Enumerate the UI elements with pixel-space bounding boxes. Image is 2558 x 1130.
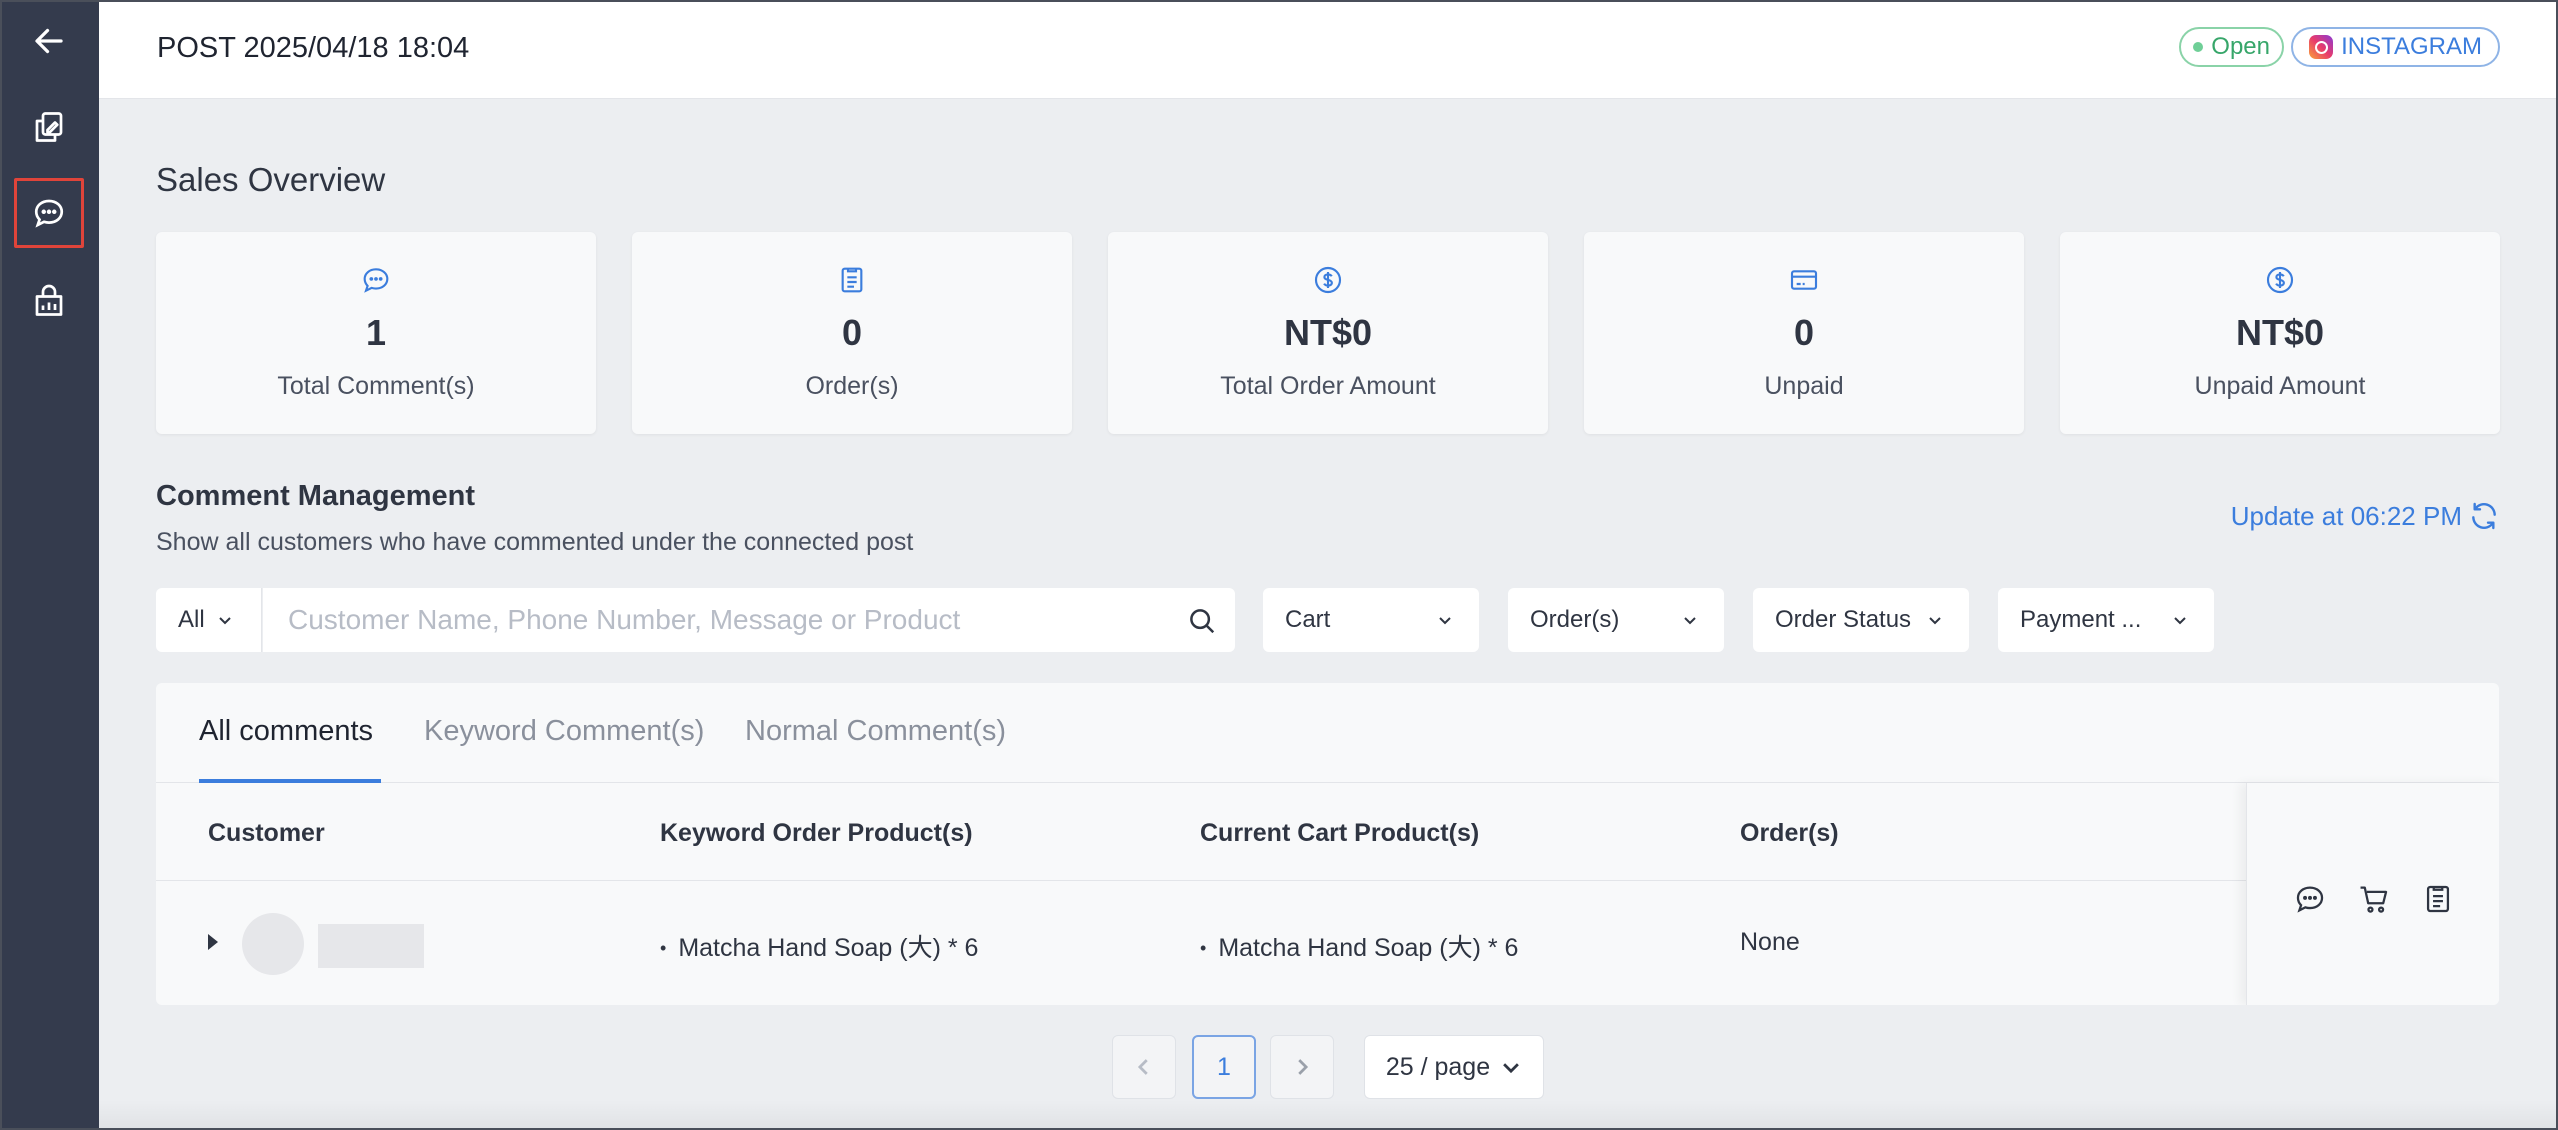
column-header-keyword-products: Keyword Order Product(s) [660, 819, 973, 847]
stat-card-unpaid: 0 Unpaid [1584, 232, 2024, 434]
chat-bubble-icon [363, 268, 389, 293]
status-badge: Open [2179, 27, 2284, 67]
stat-value: NT$0 [2235, 312, 2325, 353]
refresh-button[interactable]: Update at 06:22 PM [2231, 500, 2500, 532]
instagram-icon [2309, 35, 2334, 59]
dollar-circle-icon [1314, 266, 1342, 294]
stat-value: 0 [841, 312, 863, 353]
stat-card-orders: 0 Order(s) [632, 232, 1072, 434]
expand-row-icon[interactable] [208, 934, 218, 950]
comment-management-title: Comment Management [156, 480, 476, 512]
payment-filter-select[interactable]: Payment ... [1998, 588, 2214, 652]
tab-normal-comments[interactable]: Normal Comment(s) [745, 715, 1006, 748]
orders-filter-select[interactable]: Order(s) [1508, 588, 1724, 652]
tab-keyword-comments[interactable]: Keyword Comment(s) [424, 715, 704, 748]
dollar-circle-icon [2266, 266, 2294, 294]
update-at-label: Update at 06:22 PM [2230, 500, 2462, 531]
credit-card-icon [1790, 270, 1818, 290]
status-dot-icon [2193, 42, 2204, 52]
chevron-down-icon [1684, 617, 1696, 625]
chat-bubble-icon[interactable] [2293, 882, 2327, 916]
chevron-down-icon [1929, 617, 1941, 625]
next-page-button[interactable] [1270, 1035, 1334, 1099]
chevron-down-icon [1503, 1063, 1519, 1074]
scope-select[interactable]: All [156, 588, 262, 652]
stat-value: 1 [365, 312, 387, 353]
orders-filter-label: Order(s) [1530, 606, 1620, 633]
stat-label: Total Comment(s) [277, 372, 475, 400]
chevron-down-icon [219, 617, 231, 625]
sidebar-item-comments[interactable] [14, 178, 84, 248]
order-status-filter-label: Order Status [1775, 606, 1912, 633]
status-badge-label: Open [2211, 33, 2270, 60]
stat-label: Total Order Amount [1220, 372, 1436, 400]
chevron-right-icon [1298, 1059, 1309, 1075]
stat-label: Order(s) [805, 372, 899, 400]
search-input[interactable] [288, 604, 1168, 636]
chevron-down-icon [2174, 617, 2186, 625]
orders-value: None [1740, 928, 1800, 956]
stat-value: NT$0 [1283, 312, 1373, 353]
cart-filter-select[interactable]: Cart [1263, 588, 1479, 652]
row-actions-column [2246, 783, 2499, 1005]
sales-overview-title: Sales Overview [156, 161, 386, 198]
sidebar-item-posts[interactable] [14, 92, 84, 162]
sidebar [0, 0, 99, 1130]
table-header: Customer Keyword Order Product(s) Curren… [156, 783, 2499, 881]
back-button[interactable] [14, 6, 84, 76]
sidebar-item-store[interactable] [14, 266, 84, 336]
order-status-filter-select[interactable]: Order Status [1753, 588, 1969, 652]
prev-page-button[interactable] [1112, 1035, 1176, 1099]
page-size-value: 25 / page [1385, 1052, 1491, 1081]
clipboard-icon[interactable] [2421, 882, 2455, 916]
page-title: POST 2025/04/18 18:04 [157, 32, 470, 64]
table-row: Matcha Hand Soap (大) * 6 Matcha Hand Soa… [156, 882, 2499, 1005]
page-size-select[interactable]: 25 / page [1364, 1035, 1544, 1099]
refresh-icon [2472, 502, 2496, 530]
stat-card-total-comments: 1 Total Comment(s) [156, 232, 596, 434]
chevron-left-icon [1137, 1059, 1148, 1075]
chat-bubble-icon [34, 199, 64, 228]
search-icon[interactable] [1187, 606, 1217, 636]
column-header-customer: Customer [208, 819, 325, 847]
stat-card-total-order-amount: NT$0 Total Order Amount [1108, 232, 1548, 434]
stat-card-unpaid-amount: NT$0 Unpaid Amount [2060, 232, 2500, 434]
customer-name-redacted [318, 924, 424, 968]
search-box [263, 588, 1235, 652]
keyword-product-item: Matcha Hand Soap (大) * 6 [660, 928, 978, 964]
avatar [242, 913, 304, 975]
shop-chart-icon [35, 284, 63, 316]
page-header: POST 2025/04/18 18:04 Open INSTAGRAM [99, 0, 2558, 99]
stat-label: Unpaid [1764, 372, 1844, 400]
bottom-shadow [99, 1100, 2558, 1130]
cart-product-item: Matcha Hand Soap (大) * 6 [1200, 928, 1518, 964]
page-button-current[interactable]: 1 [1192, 1035, 1256, 1099]
tab-all-comments[interactable]: All comments [199, 715, 373, 748]
comment-tabs: All comments Keyword Comment(s) Normal C… [156, 683, 2499, 783]
stat-label: Unpaid Amount [2194, 372, 2366, 400]
scope-select-value: All [178, 606, 205, 633]
platform-badge-label: INSTAGRAM [2341, 33, 2482, 60]
clipboard-icon [841, 267, 863, 293]
column-header-cart-products: Current Cart Product(s) [1200, 819, 1480, 847]
payment-filter-label: Payment ... [2020, 606, 2142, 633]
stat-value: 0 [1793, 312, 1815, 353]
cart-filter-label: Cart [1285, 606, 1331, 633]
comments-table-panel: All comments Keyword Comment(s) Normal C… [156, 683, 2499, 1005]
chevron-down-icon [1439, 617, 1451, 625]
comment-management-subtitle: Show all customers who have commented un… [156, 528, 914, 556]
column-header-orders: Order(s) [1740, 819, 1839, 847]
platform-badge[interactable]: INSTAGRAM [2291, 27, 2500, 67]
copy-edit-icon [35, 112, 63, 142]
cart-icon[interactable] [2357, 882, 2391, 916]
arrow-left-icon [35, 28, 63, 54]
